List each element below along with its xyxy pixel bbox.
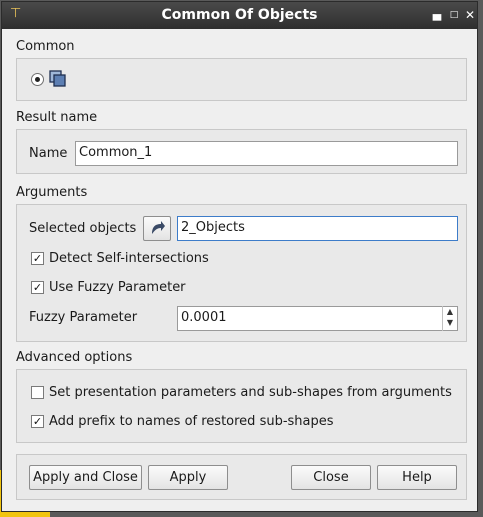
spin-down-icon[interactable]: ▼ (443, 317, 457, 328)
fuzzy-parameter-input[interactable]: 0.0001 ▲ ▼ (177, 306, 458, 331)
fuzzy-parameter-label: Fuzzy Parameter (29, 310, 138, 325)
result-name-input[interactable]: Common_1 (75, 141, 458, 166)
result-section-label: Result name (16, 110, 98, 125)
presentation-params-checkbox[interactable] (31, 386, 44, 399)
close-button[interactable]: Close (291, 465, 371, 490)
close-icon[interactable]: ✕ (463, 8, 477, 22)
name-label: Name (29, 146, 68, 161)
select-objects-button[interactable] (143, 216, 171, 241)
apply-and-close-button[interactable]: Apply and Close (29, 465, 142, 490)
arguments-group: Selected objects 2_Objects ✓ Detect Self… (16, 204, 467, 342)
use-fuzzy-checkbox[interactable]: ✓ (31, 281, 44, 294)
selected-objects-field[interactable]: 2_Objects (177, 216, 458, 241)
use-fuzzy-label: Use Fuzzy Parameter (49, 280, 186, 295)
title-bar: ⊤ Common Of Objects ▄ □ ✕ (2, 2, 477, 29)
arrow-select-icon (152, 221, 165, 234)
fuzzy-spinbox-buttons[interactable]: ▲ ▼ (442, 306, 457, 331)
common-operation-icon (49, 70, 66, 87)
fuzzy-parameter-value: 0.0001 (181, 310, 227, 325)
detect-self-intersections-label: Detect Self-intersections (49, 251, 209, 266)
minimize-icon[interactable]: ▄ (430, 8, 444, 22)
common-section-label: Common (16, 39, 75, 54)
result-group: Name Common_1 (16, 129, 467, 174)
advanced-group: Set presentation parameters and sub-shap… (16, 369, 467, 443)
common-radio[interactable] (31, 73, 44, 86)
add-prefix-checkbox[interactable]: ✓ (31, 415, 44, 428)
help-button[interactable]: Help (377, 465, 457, 490)
presentation-params-label: Set presentation parameters and sub-shap… (49, 385, 452, 400)
maximize-icon[interactable]: □ (447, 8, 461, 22)
arguments-section-label: Arguments (16, 185, 88, 200)
selected-objects-label: Selected objects (29, 221, 137, 236)
common-group (16, 58, 467, 101)
detect-self-intersections-checkbox[interactable]: ✓ (31, 252, 44, 265)
advanced-section-label: Advanced options (16, 350, 133, 365)
window-title: Common Of Objects (161, 7, 318, 23)
add-prefix-label: Add prefix to names of restored sub-shap… (49, 414, 334, 429)
apply-button[interactable]: Apply (148, 465, 228, 490)
spin-up-icon[interactable]: ▲ (443, 306, 457, 317)
dialog-window: ⊤ Common Of Objects ▄ □ ✕ Common Result … (1, 1, 478, 512)
button-bar: Apply and Close Apply Close Help (16, 454, 467, 500)
